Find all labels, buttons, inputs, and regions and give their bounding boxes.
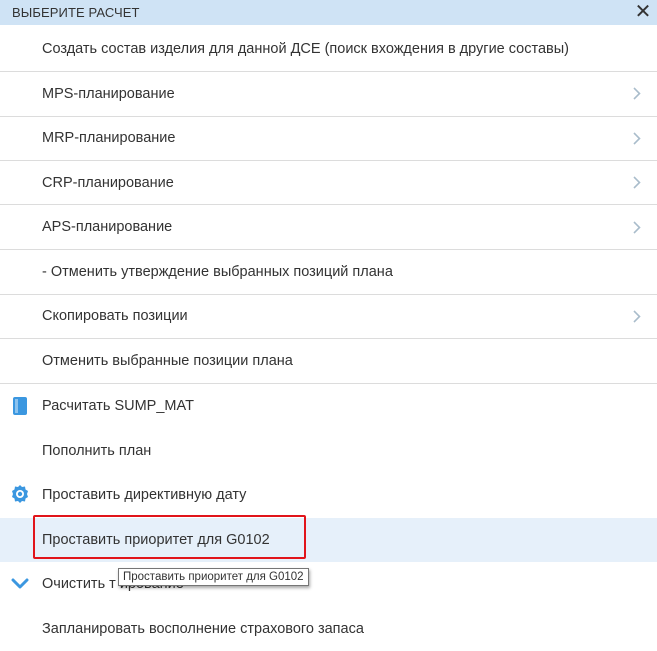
menu-item-mrp-planning[interactable]: MRP-планирование [0,116,657,161]
dialog-header: ВЫБЕРИТЕ РАСЧЕТ ✕ [0,0,657,25]
menu-item-label: Создать состав изделия для данной ДСЕ (п… [42,40,569,57]
tooltip: Проставить приоритет для G0102 [118,568,309,586]
menu-item-label: Запланировать восполнение страхового зап… [42,621,364,638]
menu-item-label: Расчитать SUMP_MAT [42,398,194,415]
menu-item-label: CRP-планирование [42,174,174,191]
chevron-right-icon [631,176,643,190]
menu-item-aps-planning[interactable]: APS-планирование [0,205,657,250]
tooltip-text: Проставить приоритет для G0102 [123,571,304,583]
calculation-menu: Создать состав изделия для данной ДСЕ (п… [0,27,657,651]
menu-item-label: MPS-планирование [42,85,175,102]
dialog-title: ВЫБЕРИТЕ РАСЧЕТ [12,5,140,20]
chevron-down-icon [10,574,30,594]
menu-item-calc-sump-mat[interactable]: Расчитать SUMP_MAT [0,384,657,429]
menu-item-label: Проставить приоритет для G0102 [42,531,270,548]
close-icon: ✕ [634,1,652,23]
menu-item-label: Скопировать позиции [42,308,188,325]
chevron-right-icon [631,309,643,323]
menu-item-cancel-positions[interactable]: Отменить выбранные позиции плана [0,339,657,384]
menu-item-copy-positions[interactable]: Скопировать позиции [0,295,657,340]
chevron-right-icon [631,131,643,145]
menu-item-mps-planning[interactable]: MPS-планирование [0,72,657,117]
menu-item-label: APS-планирование [42,219,173,236]
menu-item-replenish-plan[interactable]: Пополнить план [0,428,657,473]
chevron-right-icon [631,87,643,101]
menu-item-clear[interactable]: Очистить т ирование [0,562,657,607]
menu-item-set-priority[interactable]: Проставить приоритет для G0102 [0,517,657,563]
menu-item-create-structure[interactable]: Создать состав изделия для данной ДСЕ (п… [0,27,657,72]
menu-item-label: - Отменить утверждение выбранных позиций… [42,263,393,280]
close-button[interactable]: ✕ [633,2,653,22]
menu-item-set-directive-date[interactable]: Проставить директивную дату [0,473,657,518]
menu-item-crp-planning[interactable]: CRP-планирование [0,161,657,206]
menu-item-label: Проставить директивную дату [42,487,247,504]
chevron-right-icon [631,220,643,234]
bookmark-icon [10,396,30,416]
menu-item-label: MRP-планирование [42,130,176,147]
menu-item-label: Пополнить план [42,442,152,459]
menu-item-cancel-approval[interactable]: - Отменить утверждение выбранных позиций… [0,250,657,295]
gear-badge-icon [10,485,30,505]
menu-item-plan-safety-stock[interactable]: Запланировать восполнение страхового зап… [0,607,657,651]
menu-item-label: Отменить выбранные позиции плана [42,352,293,369]
